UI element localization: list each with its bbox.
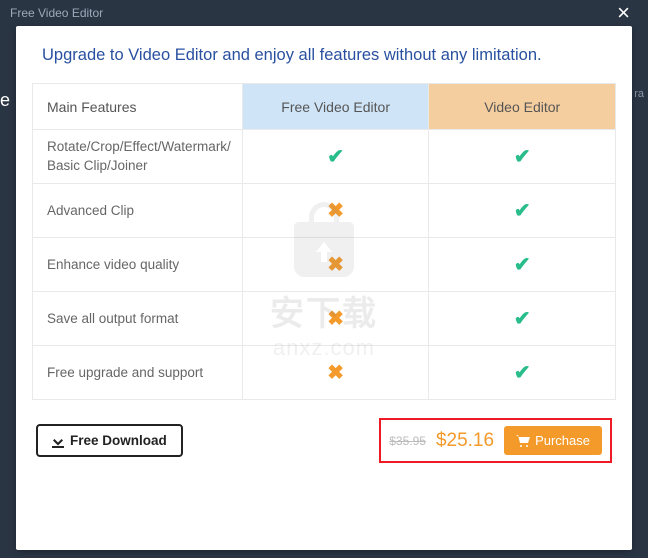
cross-icon: ✖ [327, 252, 344, 277]
check-icon: ✔ [514, 144, 531, 169]
table-row: Rotate/Crop/Effect/Watermark/ Basic Clip… [33, 130, 616, 184]
check-icon: ✔ [514, 252, 531, 277]
column-header-free: Free Video Editor [242, 84, 429, 130]
modal-headline: Upgrade to Video Editor and enjoy all fe… [16, 26, 632, 83]
check-icon: ✔ [327, 144, 344, 169]
feature-label: Free upgrade and support [33, 346, 243, 400]
feature-label: Rotate/Crop/Effect/Watermark/ Basic Clip… [33, 130, 243, 184]
table-row: Save all output format ✖ ✔ [33, 292, 616, 346]
original-price: $35.95 [389, 434, 426, 448]
cart-icon [516, 435, 530, 447]
cross-icon: ✖ [327, 360, 344, 385]
free-download-button[interactable]: Free Download [36, 424, 183, 457]
price-highlight-box: $35.95 $25.16 Purchase [379, 418, 612, 463]
window-title: Free Video Editor [10, 6, 103, 20]
background-fragment-left: e [0, 90, 10, 111]
close-icon[interactable]: × [609, 2, 638, 24]
table-row: Enhance video quality ✖ ✔ [33, 238, 616, 292]
discounted-price: $25.16 [436, 430, 494, 452]
feature-comparison-table: Main Features Free Video Editor Video Ed… [32, 83, 616, 400]
window-titlebar: Free Video Editor × [0, 0, 648, 26]
feature-label: Enhance video quality [33, 238, 243, 292]
feature-label: Advanced Clip [33, 184, 243, 238]
check-icon: ✔ [514, 198, 531, 223]
table-row: Advanced Clip ✖ ✔ [33, 184, 616, 238]
column-header-paid: Video Editor [429, 84, 616, 130]
modal-footer: Free Download $35.95 $25.16 Purchase [16, 400, 632, 481]
feature-label: Save all output format [33, 292, 243, 346]
table-row: Free upgrade and support ✖ ✔ [33, 346, 616, 400]
purchase-button[interactable]: Purchase [504, 426, 602, 455]
check-icon: ✔ [514, 360, 531, 385]
cross-icon: ✖ [327, 198, 344, 223]
check-icon: ✔ [514, 306, 531, 331]
download-icon [52, 434, 64, 448]
cross-icon: ✖ [327, 306, 344, 331]
column-header-features: Main Features [33, 84, 243, 130]
upgrade-modal: Upgrade to Video Editor and enjoy all fe… [16, 26, 632, 550]
background-fragment-right: ra [630, 86, 648, 102]
